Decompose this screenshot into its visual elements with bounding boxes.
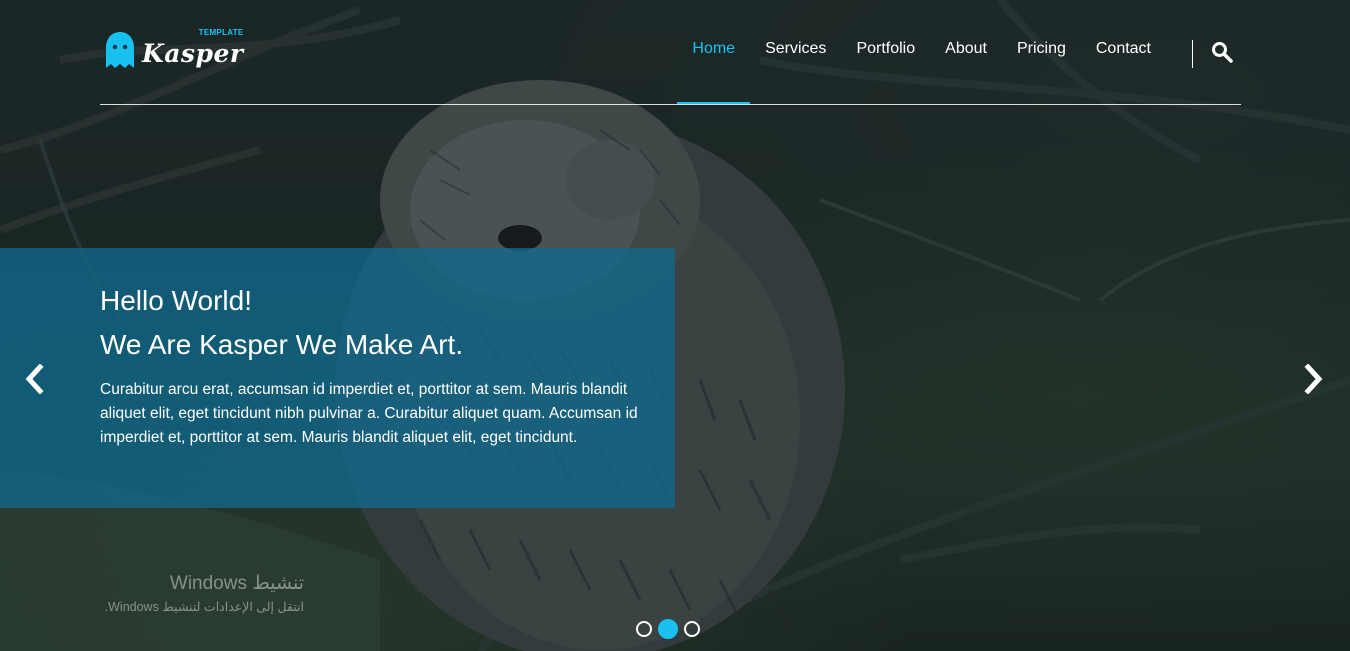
slider-bullet-active[interactable]: [658, 619, 678, 639]
hero-content-box: Hello World! We Are Kasper We Make Art. …: [0, 248, 675, 508]
nav-item-about[interactable]: About: [930, 0, 1002, 103]
logo-wordmark: Kasper TEMPLATE: [142, 28, 244, 68]
search-icon[interactable]: [1211, 41, 1233, 63]
windows-activation-watermark: تنشيط Windows انتقل إلى الإعدادات لتنشيط…: [60, 571, 304, 617]
slider-bullet[interactable]: [684, 621, 700, 637]
hero-section: Kasper TEMPLATE Home Services Portfolio …: [0, 0, 1350, 651]
nav-item-contact[interactable]: Contact: [1081, 0, 1166, 103]
ghost-logo-icon: [106, 32, 134, 68]
watermark-subtitle: انتقل إلى الإعدادات لتنشيط Windows.: [104, 600, 304, 614]
brand-name: Kasper: [142, 38, 244, 68]
nav-item-services[interactable]: Services: [750, 0, 841, 103]
watermark-title: تنشيط Windows: [169, 573, 304, 594]
nav-item-portfolio[interactable]: Portfolio: [841, 0, 930, 103]
slider-bullets: [636, 619, 706, 639]
chevron-right-icon[interactable]: [1302, 364, 1326, 394]
site-header: Kasper TEMPLATE Home Services Portfolio …: [100, 0, 1241, 105]
main-nav: Home Services Portfolio About Pricing Co…: [677, 0, 1166, 104]
hero-tagline: We Are Kasper We Make Art.: [100, 329, 464, 360]
slider-bullet[interactable]: [636, 621, 652, 637]
nav-divider: [1192, 40, 1193, 68]
hero-content: Hello World! We Are Kasper We Make Art. …: [100, 282, 645, 450]
nav-item-pricing[interactable]: Pricing: [1002, 0, 1081, 103]
hero-greeting: Hello World!: [100, 285, 252, 316]
logo[interactable]: Kasper TEMPLATE: [104, 28, 244, 69]
nav-item-home[interactable]: Home: [677, 0, 750, 104]
chevron-left-icon[interactable]: [22, 364, 46, 394]
brand-tag: TEMPLATE: [198, 27, 244, 37]
hero-description: Curabitur arcu erat, accumsan id imperdi…: [100, 381, 638, 446]
